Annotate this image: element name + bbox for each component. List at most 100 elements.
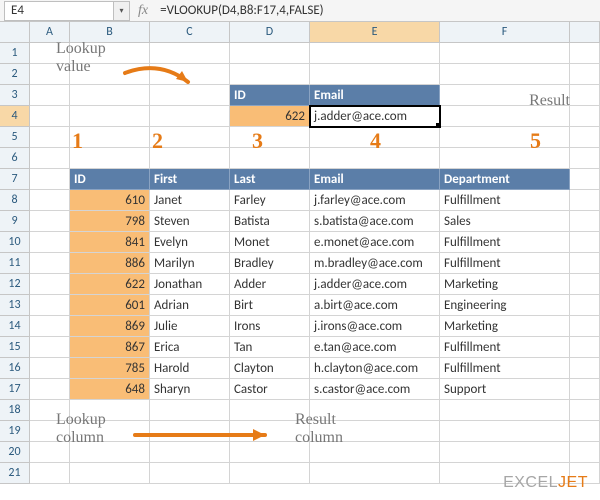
row-header-3[interactable]: 3 xyxy=(0,85,30,106)
table-cell[interactable]: Fulfillment xyxy=(440,358,570,379)
cell[interactable] xyxy=(150,64,230,85)
table-cell[interactable]: Harold xyxy=(150,358,230,379)
cell[interactable] xyxy=(70,85,150,106)
cell[interactable] xyxy=(30,442,70,463)
cell[interactable] xyxy=(230,463,310,484)
row-header-6[interactable]: 6 xyxy=(0,148,30,169)
cell[interactable] xyxy=(150,106,230,127)
table-cell[interactable]: j.irons@ace.com xyxy=(310,316,440,337)
cell[interactable] xyxy=(70,106,150,127)
cell[interactable] xyxy=(150,148,230,169)
table-cell[interactable]: Erica xyxy=(150,337,230,358)
table-cell[interactable]: Janet xyxy=(150,190,230,211)
cell[interactable] xyxy=(150,43,230,64)
cell[interactable] xyxy=(570,190,600,211)
table-cell[interactable]: 869 xyxy=(70,316,150,337)
table-cell[interactable]: 601 xyxy=(70,295,150,316)
table-cell[interactable]: Tan xyxy=(230,337,310,358)
formula-input[interactable]: =VLOOKUP(D4,B8:F17,4,FALSE) xyxy=(156,3,600,18)
cell[interactable] xyxy=(150,85,230,106)
select-all-corner[interactable] xyxy=(0,22,30,43)
cell[interactable] xyxy=(310,148,440,169)
cell[interactable] xyxy=(570,43,600,64)
cell[interactable] xyxy=(30,421,70,442)
table-cell[interactable]: 798 xyxy=(70,211,150,232)
lookup-header-id[interactable]: ID xyxy=(230,85,310,106)
table-cell[interactable]: Castor xyxy=(230,379,310,400)
cell[interactable] xyxy=(570,400,600,421)
cell[interactable] xyxy=(230,127,310,148)
cell[interactable] xyxy=(440,148,570,169)
table-cell[interactable]: h.clayton@ace.com xyxy=(310,358,440,379)
cell[interactable] xyxy=(440,400,570,421)
row-header-19[interactable]: 19 xyxy=(0,421,30,442)
row-header-9[interactable]: 9 xyxy=(0,211,30,232)
cell[interactable] xyxy=(440,106,570,127)
table-cell[interactable]: Steven xyxy=(150,211,230,232)
table-cell[interactable]: 785 xyxy=(70,358,150,379)
table-cell[interactable]: Support xyxy=(440,379,570,400)
cell[interactable] xyxy=(570,64,600,85)
table-cell[interactable]: Batista xyxy=(230,211,310,232)
table-cell[interactable]: Fulfillment xyxy=(440,190,570,211)
row-header-17[interactable]: 17 xyxy=(0,379,30,400)
cell[interactable] xyxy=(570,358,600,379)
col-header-extra[interactable] xyxy=(570,22,600,43)
table-cell[interactable]: 610 xyxy=(70,190,150,211)
cell[interactable] xyxy=(570,421,600,442)
cell[interactable] xyxy=(150,442,230,463)
cell[interactable] xyxy=(30,211,70,232)
table-cell[interactable]: 867 xyxy=(70,337,150,358)
selection-handle[interactable] xyxy=(436,123,440,127)
lookup-value-cell[interactable]: 622 xyxy=(230,106,310,127)
table-cell[interactable]: s.castor@ace.com xyxy=(310,379,440,400)
row-header-13[interactable]: 13 xyxy=(0,295,30,316)
table-cell[interactable]: 648 xyxy=(70,379,150,400)
row-header-10[interactable]: 10 xyxy=(0,232,30,253)
table-cell[interactable]: Birt xyxy=(230,295,310,316)
row-header-21[interactable]: 21 xyxy=(0,463,30,484)
cell[interactable] xyxy=(570,295,600,316)
row-header-16[interactable]: 16 xyxy=(0,358,30,379)
table-cell[interactable]: j.farley@ace.com xyxy=(310,190,440,211)
cell[interactable] xyxy=(30,337,70,358)
cell[interactable] xyxy=(70,442,150,463)
row-header-2[interactable]: 2 xyxy=(0,64,30,85)
name-box-dropdown[interactable]: ▾ xyxy=(114,1,130,21)
cell[interactable] xyxy=(30,64,70,85)
table-cell[interactable]: Marilyn xyxy=(150,253,230,274)
row-header-5[interactable]: 5 xyxy=(0,127,30,148)
cell[interactable] xyxy=(570,337,600,358)
table-cell[interactable]: m.bradley@ace.com xyxy=(310,253,440,274)
col-header-C[interactable]: C xyxy=(150,22,230,43)
col-header-D[interactable]: D xyxy=(230,22,310,43)
row-header-20[interactable]: 20 xyxy=(0,442,30,463)
cell[interactable] xyxy=(310,421,440,442)
table-cell[interactable]: 622 xyxy=(70,274,150,295)
cell[interactable] xyxy=(30,463,70,484)
cell[interactable] xyxy=(30,190,70,211)
cell[interactable] xyxy=(30,316,70,337)
fx-icon[interactable]: fx xyxy=(130,3,156,19)
table-cell[interactable]: Marketing xyxy=(440,274,570,295)
cell[interactable] xyxy=(310,127,440,148)
cell[interactable] xyxy=(570,148,600,169)
cell[interactable] xyxy=(30,106,70,127)
table-cell[interactable]: Jonathan xyxy=(150,274,230,295)
cell[interactable] xyxy=(30,274,70,295)
cell[interactable] xyxy=(570,253,600,274)
table-header[interactable]: First xyxy=(150,169,230,190)
cell[interactable] xyxy=(440,85,570,106)
table-cell[interactable]: Irons xyxy=(230,316,310,337)
table-cell[interactable]: j.adder@ace.com xyxy=(310,274,440,295)
cell[interactable] xyxy=(70,463,150,484)
cell[interactable] xyxy=(30,169,70,190)
table-cell[interactable]: Fulfillment xyxy=(440,337,570,358)
table-cell[interactable]: a.birt@ace.com xyxy=(310,295,440,316)
cell[interactable] xyxy=(150,127,230,148)
table-cell[interactable]: Bradley xyxy=(230,253,310,274)
row-header-4[interactable]: 4 xyxy=(0,106,30,127)
col-header-F[interactable]: F xyxy=(440,22,570,43)
table-cell[interactable]: e.tan@ace.com xyxy=(310,337,440,358)
cell[interactable] xyxy=(440,442,570,463)
